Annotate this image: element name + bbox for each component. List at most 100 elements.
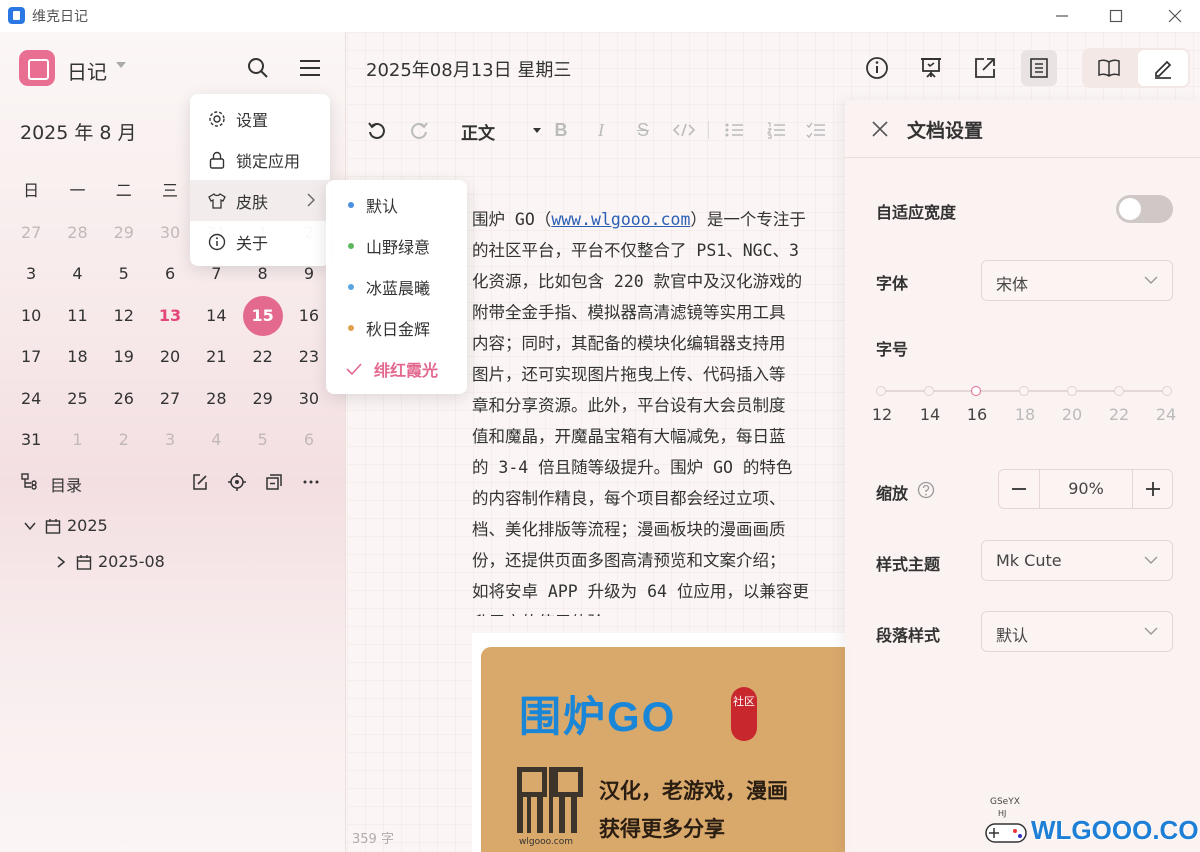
calendar-day[interactable]: 31: [8, 419, 54, 461]
calendar-day[interactable]: 18: [54, 336, 100, 378]
read-mode-button[interactable]: [1084, 50, 1134, 86]
paragraph-style-select[interactable]: 正文: [461, 119, 495, 144]
bullet-list-icon[interactable]: [722, 118, 746, 142]
adaptive-width-label: 自适应宽度: [876, 203, 957, 222]
slider-stop[interactable]: [876, 386, 886, 396]
calendar-day[interactable]: 29: [101, 212, 147, 254]
menu-icon[interactable]: [297, 55, 323, 81]
collapse-icon[interactable]: [261, 469, 287, 495]
close-button[interactable]: [1152, 0, 1198, 32]
paragraph-style-select[interactable]: 默认: [981, 611, 1173, 652]
zoom-value[interactable]: 90%: [1039, 470, 1133, 508]
calendar-day[interactable]: 3: [147, 419, 193, 461]
calendar-day[interactable]: 2: [101, 419, 147, 461]
zoom-out-button[interactable]: [999, 470, 1039, 508]
month-label[interactable]: 2025 年 8 月: [20, 118, 137, 145]
calendar-day[interactable]: 14: [193, 295, 239, 337]
skin-option[interactable]: 山野绿意: [326, 225, 467, 266]
maximize-button[interactable]: [1093, 0, 1139, 32]
calendar-day[interactable]: 25: [54, 378, 100, 420]
adaptive-width-toggle[interactable]: [1116, 195, 1173, 223]
menu-item-lock[interactable]: 锁定应用: [190, 139, 330, 180]
slider-stop[interactable]: [1019, 386, 1029, 396]
calendar-day[interactable]: 20: [147, 336, 193, 378]
close-icon[interactable]: [871, 120, 889, 138]
calendar-day[interactable]: 1: [54, 419, 100, 461]
calendar-day[interactable]: 17: [8, 336, 54, 378]
locate-icon[interactable]: [224, 469, 250, 495]
calendar-day[interactable]: 27: [147, 378, 193, 420]
window-title: 维克日记: [32, 9, 88, 25]
calendar-day[interactable]: 5: [101, 253, 147, 295]
theme-value: Mk Cute: [996, 551, 1062, 570]
calendar-day[interactable]: 28: [193, 378, 239, 420]
menu-item-skin[interactable]: 皮肤: [190, 180, 330, 221]
slider-handle[interactable]: [971, 386, 982, 396]
calendar-day[interactable]: 4: [54, 253, 100, 295]
calendar-day[interactable]: 5: [239, 419, 285, 461]
view-mode-toggle: [1082, 48, 1190, 88]
skin-option[interactable]: 秋日金辉: [326, 307, 467, 348]
slider-stop[interactable]: [1162, 386, 1172, 396]
presentation-icon[interactable]: [913, 50, 949, 86]
slider-stop[interactable]: [923, 386, 934, 396]
skin-label: 秋日金辉: [366, 319, 431, 339]
edit-mode-button[interactable]: [1138, 50, 1188, 86]
calendar-day[interactable]: 10: [8, 295, 54, 337]
menu-item-settings[interactable]: 设置: [190, 98, 330, 139]
zoom-in-button[interactable]: [1133, 470, 1173, 508]
calendar-day[interactable]: 21: [193, 336, 239, 378]
calendar-day[interactable]: 29: [239, 378, 285, 420]
skin-label: 绯红霞光: [374, 360, 439, 380]
calendar-day[interactable]: 6: [286, 419, 332, 461]
tree-node-2025[interactable]: 2025: [21, 516, 108, 535]
calendar-day[interactable]: 24: [8, 378, 54, 420]
italic-icon[interactable]: I: [589, 118, 613, 142]
app-name[interactable]: 日记: [67, 56, 107, 85]
help-icon[interactable]: [917, 481, 935, 499]
calendar-day[interactable]: 4: [193, 419, 239, 461]
article-body[interactable]: 围炉 GO（www.wlgooo.com）是一个专注于 的社区平台，平台不仅整合…: [472, 204, 852, 616]
skin-option[interactable]: 冰蓝晨曦: [326, 266, 467, 307]
tree-node-2025-08[interactable]: 2025-08: [52, 552, 165, 571]
calendar-day[interactable]: 11: [54, 295, 100, 337]
calendar-day[interactable]: 22: [239, 336, 285, 378]
slider-stop[interactable]: [1066, 386, 1077, 396]
calendar-day[interactable]: 27: [8, 212, 54, 254]
caret-down-icon[interactable]: [533, 128, 541, 133]
calendar-day-selected[interactable]: 15: [239, 295, 285, 337]
embedded-image[interactable]: 围炉GO 社区 汉化，老游戏，漫画 获得更多分享 wlgooo.com: [472, 633, 852, 852]
bold-icon[interactable]: B: [549, 118, 573, 142]
article-link[interactable]: www.wlgooo.com: [551, 210, 690, 229]
info-icon[interactable]: [859, 50, 895, 86]
calendar-day[interactable]: 28: [54, 212, 100, 254]
more-icon[interactable]: [298, 469, 324, 495]
calendar-day[interactable]: 6: [147, 253, 193, 295]
skin-option[interactable]: 默认: [326, 184, 467, 225]
calendar-day[interactable]: 3: [8, 253, 54, 295]
redo-icon[interactable]: [407, 118, 431, 142]
search-icon[interactable]: [245, 55, 271, 81]
task-list-icon[interactable]: [804, 118, 828, 142]
code-icon[interactable]: [672, 118, 696, 142]
calendar-week: 10 11 12 13 14 15 16: [8, 295, 338, 337]
calendar-day-today[interactable]: 13: [147, 295, 193, 337]
calendar-day[interactable]: 30: [147, 212, 193, 254]
calendar-day[interactable]: 26: [101, 378, 147, 420]
numbered-list-icon[interactable]: [764, 118, 788, 142]
edit-icon[interactable]: [187, 469, 213, 495]
caret-down-icon[interactable]: [116, 62, 126, 68]
calendar-day[interactable]: 19: [101, 336, 147, 378]
font-select[interactable]: 宋体: [981, 260, 1173, 301]
font-size-slider[interactable]: [876, 386, 1172, 396]
skin-option-selected[interactable]: 绯红霞光: [326, 348, 467, 389]
slider-stop[interactable]: [1114, 386, 1125, 396]
menu-item-about[interactable]: 关于: [190, 221, 330, 262]
export-icon[interactable]: [967, 50, 1003, 86]
undo-icon[interactable]: [365, 118, 389, 142]
document-settings-icon[interactable]: [1021, 50, 1057, 86]
calendar-day[interactable]: 12: [101, 295, 147, 337]
theme-select[interactable]: Mk Cute: [981, 540, 1173, 581]
minimize-button[interactable]: [1039, 0, 1085, 32]
strikethrough-icon[interactable]: S: [631, 118, 655, 142]
